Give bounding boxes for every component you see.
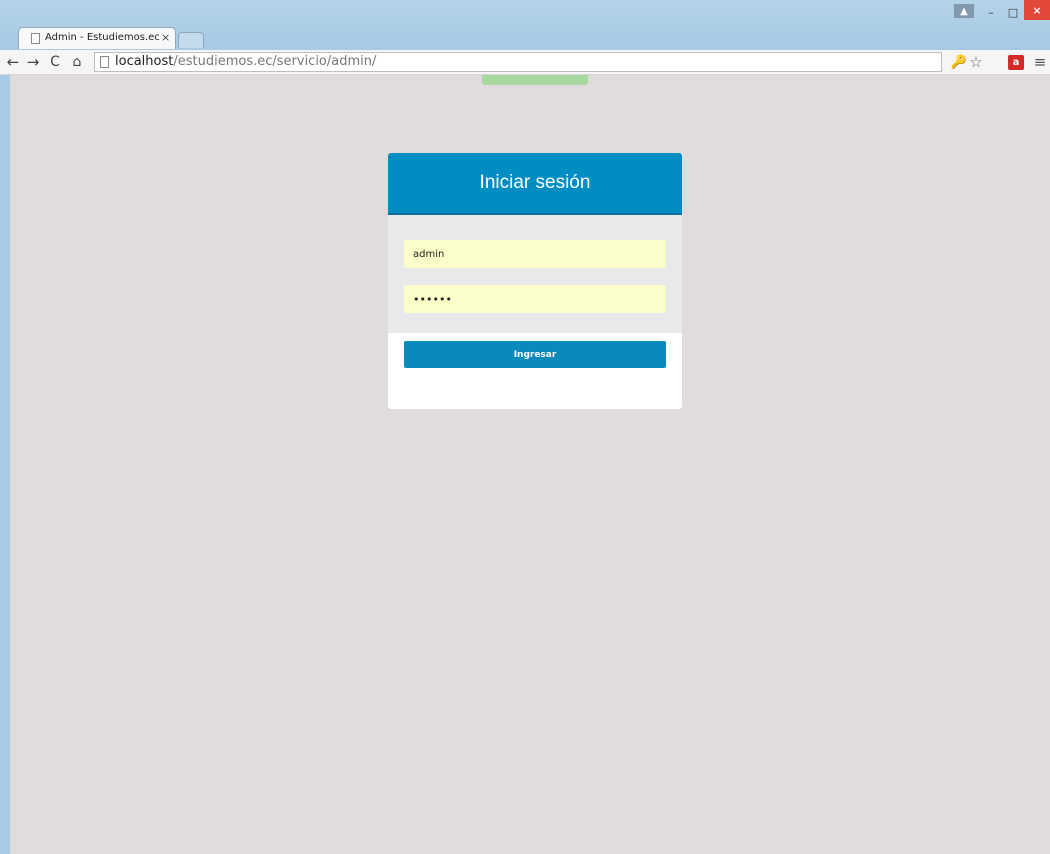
password-input[interactable] bbox=[404, 285, 666, 313]
url-path: /estudiemos.ec/servicio/admin/ bbox=[173, 54, 377, 69]
tab-close-icon[interactable]: × bbox=[161, 31, 170, 44]
address-bar[interactable]: localhost/estudiemos.ec/servicio/admin/ bbox=[94, 52, 942, 72]
forward-arrow-icon[interactable]: → bbox=[24, 52, 42, 72]
back-arrow-icon[interactable]: ← bbox=[4, 52, 22, 72]
maximize-button[interactable]: □ bbox=[1004, 2, 1022, 22]
login-card: Iniciar sesión Ingresar bbox=[388, 153, 682, 409]
tab-title: Admin - Estudiemos.ec bbox=[45, 32, 160, 43]
menu-icon[interactable]: ≡ bbox=[1032, 53, 1048, 71]
browser-window: Admin - Estudiemos.ec × ▲ – □ × ← → C ⌂ … bbox=[0, 0, 1050, 854]
bookmark-star-icon[interactable]: ☆ bbox=[966, 53, 986, 71]
browser-tab[interactable]: Admin - Estudiemos.ec × bbox=[18, 27, 176, 49]
login-fields bbox=[388, 215, 682, 333]
title-bar: Admin - Estudiemos.ec × ▲ – □ × bbox=[0, 0, 1050, 50]
page-icon bbox=[31, 33, 40, 44]
key-icon[interactable]: 🔑 bbox=[951, 53, 967, 71]
login-header: Iniciar sesión bbox=[388, 153, 682, 215]
minimize-button[interactable]: – bbox=[982, 2, 1000, 22]
user-icon[interactable]: ▲ bbox=[954, 4, 974, 18]
extension-icon[interactable]: a bbox=[1008, 55, 1024, 70]
close-window-button[interactable]: × bbox=[1024, 0, 1050, 20]
url-text: localhost/estudiemos.ec/servicio/admin/ bbox=[115, 54, 376, 69]
reload-icon[interactable]: C bbox=[46, 52, 64, 72]
home-icon[interactable]: ⌂ bbox=[68, 52, 86, 72]
notification-bar bbox=[482, 75, 588, 85]
url-host: localhost bbox=[115, 54, 174, 69]
login-title: Iniciar sesión bbox=[479, 172, 591, 193]
login-button[interactable]: Ingresar bbox=[404, 341, 666, 368]
page-icon bbox=[100, 56, 109, 68]
browser-toolbar: ← → C ⌂ localhost/estudiemos.ec/servicio… bbox=[0, 50, 1050, 75]
page-viewport: Iniciar sesión Ingresar bbox=[10, 75, 1050, 854]
username-input[interactable] bbox=[404, 240, 666, 268]
new-tab-button[interactable] bbox=[178, 32, 204, 48]
